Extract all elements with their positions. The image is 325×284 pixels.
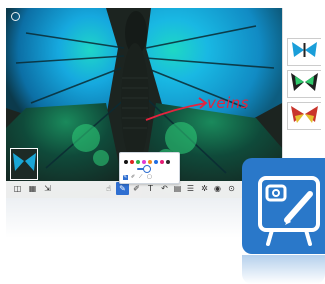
pen-tool-icon[interactable]: ✎ <box>123 175 128 180</box>
gallery-thumbnail[interactable] <box>287 38 321 66</box>
settings-icon[interactable] <box>11 12 20 21</box>
capture-icon[interactable]: ◉ <box>211 182 224 195</box>
line-tool-icon[interactable]: ⟋ <box>139 175 144 180</box>
adjust-icon[interactable]: ☰ <box>184 182 197 195</box>
import-icon[interactable]: ⇲ <box>41 182 54 195</box>
hand-icon[interactable]: ☝ <box>102 182 115 195</box>
whiteboard-app-icon <box>242 158 325 254</box>
gallery-thumbnail[interactable] <box>287 102 321 130</box>
thickness-slider-knob[interactable] <box>143 165 151 173</box>
gallery-icon[interactable]: ▦ <box>26 182 39 195</box>
color-swatch-magenta[interactable] <box>142 160 146 164</box>
camera-icon[interactable]: ◫ <box>11 182 24 195</box>
veins-annotation: veins <box>207 94 250 112</box>
camera-preview-thumbnail[interactable] <box>10 148 38 180</box>
gallery-thumbnail[interactable] <box>287 70 321 98</box>
color-swatch-red[interactable] <box>130 160 134 164</box>
pen-options-popup: ✎ ✐ ⟋ ▢ <box>119 152 180 184</box>
app-icon-reflection <box>242 255 325 284</box>
color-swatch-pink[interactable] <box>160 160 164 164</box>
color-swatch-dark[interactable] <box>166 160 170 164</box>
color-swatch-orange[interactable] <box>148 160 152 164</box>
record-icon[interactable]: ⊙ <box>225 182 238 195</box>
marker-tool-icon[interactable]: ✐ <box>131 175 136 180</box>
color-swatch-black[interactable] <box>124 160 128 164</box>
color-swatch-green[interactable] <box>136 160 140 164</box>
freeze-icon[interactable]: ✲ <box>198 182 211 195</box>
shape-tool-icon[interactable]: ▢ <box>147 175 152 180</box>
color-swatch-blue[interactable] <box>154 160 158 164</box>
